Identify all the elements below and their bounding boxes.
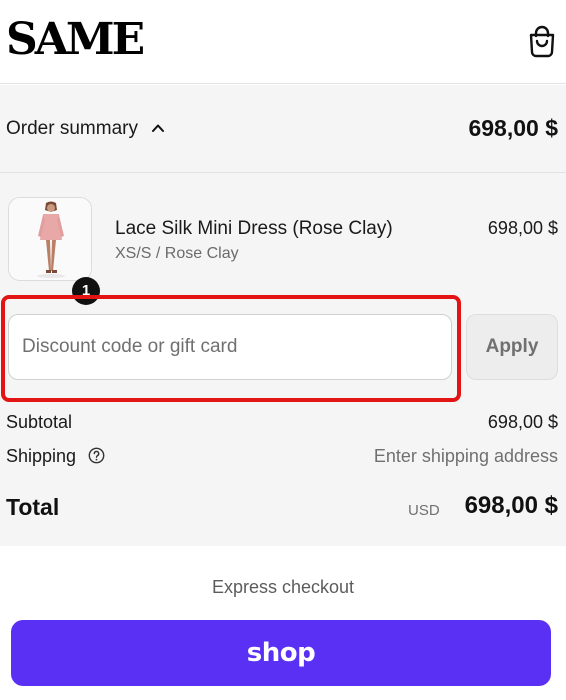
- product-name: Lace Silk Mini Dress (Rose Clay): [115, 218, 393, 239]
- product-price: 698,00 $: [487, 218, 558, 238]
- help-circle-icon[interactable]: [88, 447, 105, 464]
- order-summary-toggle[interactable]: Order summary 698,00 $: [0, 85, 566, 173]
- shop-pay-logo: shop: [246, 638, 316, 668]
- product-image: [9, 198, 91, 280]
- order-summary: Order summary 698,00 $ 1 Lace Silk Mini …: [0, 85, 566, 546]
- shipping-value: Enter shipping address: [373, 446, 558, 466]
- shipping-label: Shipping: [6, 446, 77, 466]
- express-checkout-label: Express checkout: [211, 577, 355, 597]
- apply-discount-button[interactable]: Apply: [466, 314, 558, 380]
- quantity-badge: 1: [72, 277, 100, 305]
- subtotal-label: Subtotal: [6, 412, 73, 432]
- total-label: Total: [6, 494, 60, 520]
- total-value: 698,00 $: [464, 492, 558, 519]
- store-logo[interactable]: SAME: [6, 14, 145, 66]
- discount-code-input[interactable]: [8, 314, 452, 380]
- shopping-bag-icon[interactable]: [526, 24, 558, 58]
- product-variant: XS/S / Rose Clay: [115, 245, 239, 262]
- shop-pay-button[interactable]: shop: [11, 620, 551, 686]
- subtotal-value: 698,00 $: [487, 412, 558, 432]
- order-summary-total: 698,00 $: [468, 115, 558, 141]
- product-thumbnail: [8, 197, 92, 281]
- chevron-up-icon: [152, 124, 164, 132]
- currency-code: USD: [408, 502, 440, 519]
- order-summary-label: Order summary: [6, 118, 138, 139]
- header: SAME: [0, 0, 566, 84]
